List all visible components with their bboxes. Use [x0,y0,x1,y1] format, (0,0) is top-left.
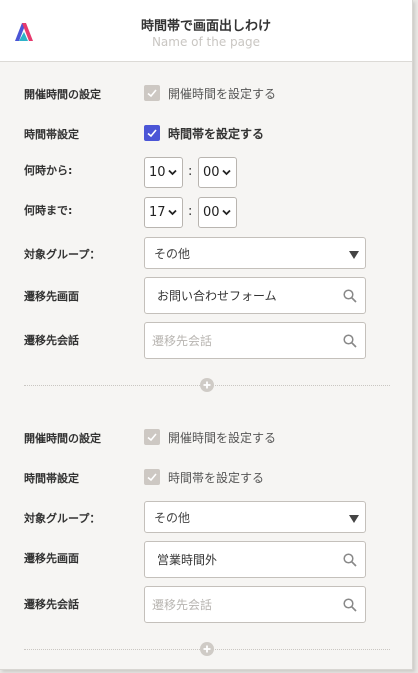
destination-talk-placeholder: 遷移先会話 [152,598,213,612]
target-group-select[interactable]: その他 [144,501,366,533]
plus-icon [203,381,211,389]
chevron-down-icon [222,169,231,176]
page-header: 時間帯で画面出しわけ Name of the page [0,0,412,62]
page-title: 時間帯で画面出しわけ [140,19,271,34]
hours-checkbox-label[interactable]: 開催時間を設定する [168,429,276,446]
destination-talk-label: 遷移先会話 [24,598,79,611]
destination-screen-input[interactable]: 営業時間外 [144,541,366,578]
destination-talk-input[interactable]: 遷移先会話 [144,586,366,623]
target-group-label: 対象グループ： [24,248,101,261]
target-group-value: その他 [154,510,191,525]
hours-checkbox[interactable] [144,429,160,445]
destination-screen-label: 遷移先画面 [24,290,79,303]
from-hour-select[interactable]: 10 [144,157,183,188]
chevron-down-icon [168,169,177,176]
checkmark-icon [147,129,157,138]
from-minute-value: 00 [203,165,220,180]
target-group-select[interactable]: その他 [144,237,366,269]
destination-talk-label: 遷移先会話 [24,334,79,347]
time-separator: : [188,164,193,179]
search-icon[interactable] [343,598,357,612]
destination-talk-placeholder: 遷移先会話 [152,334,213,348]
to-hour-select[interactable]: 17 [144,197,183,228]
timeslot-setting-label: 時間帯設定 [24,472,79,485]
timeslot-checkbox[interactable] [144,125,160,141]
timeslot-checkbox-label[interactable]: 時間帯を設定する [168,469,264,486]
caret-down-icon [349,251,359,259]
page-name-field[interactable]: Name of the page [0,35,412,49]
destination-screen-value: 営業時間外 [157,553,218,567]
hours-setting-label: 開催時間の設定 [24,432,101,445]
to-minute-value: 00 [203,205,220,220]
search-icon[interactable] [343,289,357,303]
from-minute-select[interactable]: 00 [198,157,237,188]
timeslot-checkbox[interactable] [144,469,160,485]
settings-panel: 時間帯で画面出しわけ Name of the page 開催時間の設定 開催時間… [0,0,413,670]
search-icon[interactable] [343,334,357,348]
hours-checkbox-label[interactable]: 開催時間を設定する [168,85,276,102]
chevron-down-icon [168,209,177,216]
checkmark-icon [147,433,157,442]
caret-down-icon [349,515,359,523]
chevron-down-icon [222,209,231,216]
destination-talk-input[interactable]: 遷移先会話 [144,322,366,359]
to-minute-select[interactable]: 00 [198,197,237,228]
hours-checkbox[interactable] [144,85,160,101]
from-time-label: 何時から: [24,164,73,177]
search-icon[interactable] [343,553,357,567]
checkmark-icon [147,473,157,482]
checkmark-icon [147,89,157,98]
add-section-button[interactable] [200,378,214,392]
destination-screen-label: 遷移先画面 [24,552,79,565]
target-group-label: 対象グループ： [24,512,101,525]
hours-setting-label: 開催時間の設定 [24,88,101,101]
timeslot-setting-label: 時間帯設定 [24,128,79,141]
destination-screen-input[interactable]: お問い合わせフォーム [144,277,366,314]
target-group-value: その他 [154,246,191,261]
to-hour-value: 17 [149,205,166,220]
destination-screen-value: お問い合わせフォーム [157,289,277,303]
time-separator: : [188,204,193,219]
timeslot-checkbox-label[interactable]: 時間帯を設定する [168,125,264,142]
add-section-button[interactable] [200,642,214,656]
from-hour-value: 10 [149,165,166,180]
plus-icon [203,645,211,653]
to-time-label: 何時まで: [24,204,73,217]
